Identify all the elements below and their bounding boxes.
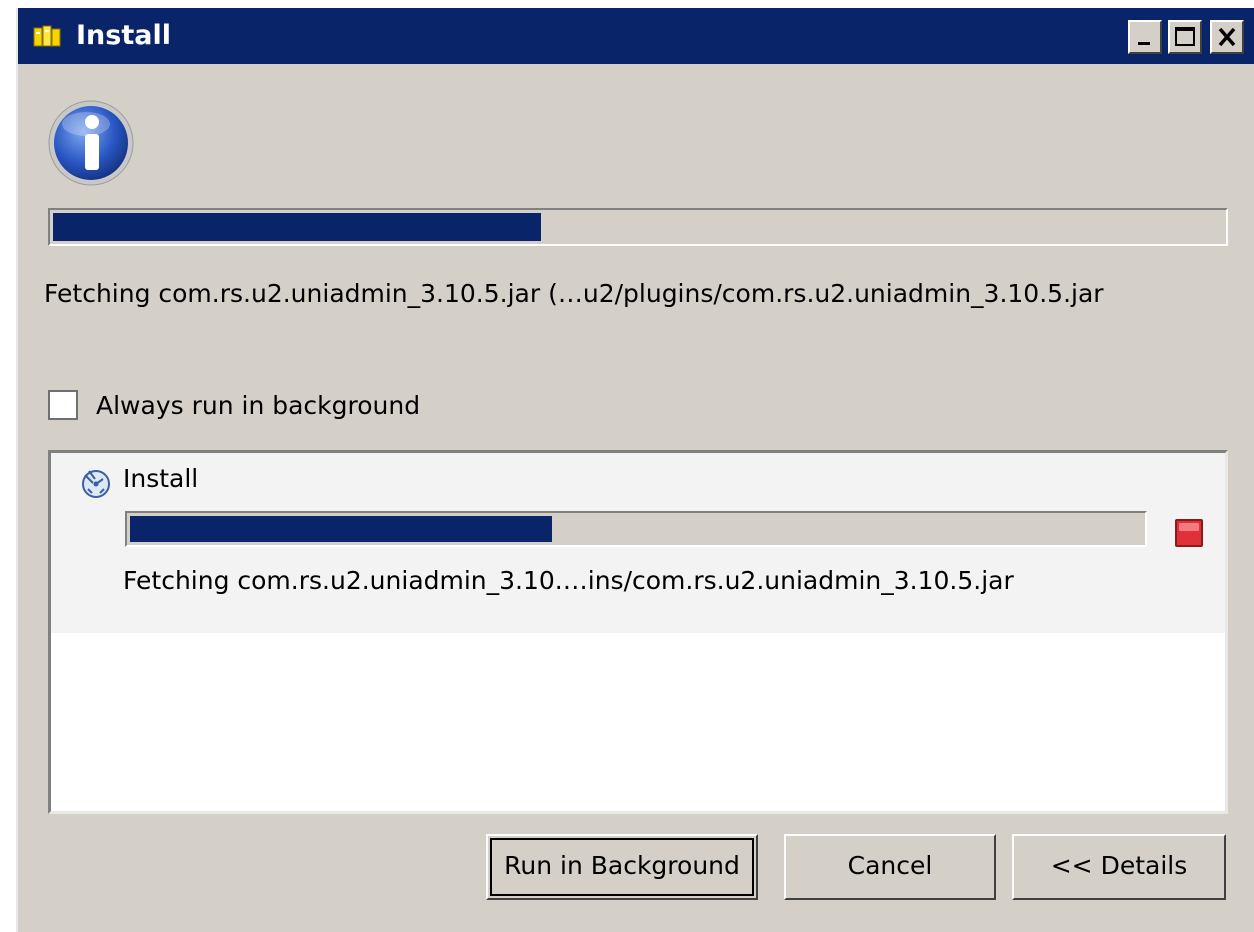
- maximize-icon: [1175, 27, 1195, 46]
- always-background-checkbox[interactable]: [48, 390, 78, 420]
- install-dialog: Install Fetching com.rs.u2.uniadmin_3.10…: [16, 8, 1254, 932]
- details-toggle-button[interactable]: << Details: [1012, 834, 1226, 900]
- cancel-button[interactable]: Cancel: [784, 834, 996, 900]
- minimize-button[interactable]: [1128, 20, 1162, 54]
- maximize-button[interactable]: [1168, 20, 1202, 54]
- run-in-background-button[interactable]: Run in Background: [486, 834, 758, 900]
- main-progress-bar: [48, 208, 1228, 246]
- title-bar[interactable]: Install: [18, 8, 1254, 64]
- close-button[interactable]: [1210, 20, 1244, 54]
- stop-icon[interactable]: [1175, 519, 1203, 547]
- minimize-icon: [1138, 42, 1150, 45]
- info-icon: [46, 98, 136, 188]
- job-progress-fill: [130, 516, 552, 542]
- job-install-icon: [79, 467, 113, 501]
- install-app-icon: [32, 24, 62, 50]
- job-item[interactable]: Install Fetching com.rs.u2.uniadmin_3.10…: [51, 453, 1225, 633]
- job-status-text: Fetching com.rs.u2.uniadmin_3.10.…ins/co…: [123, 566, 1014, 595]
- always-background-label[interactable]: Always run in background: [96, 390, 420, 422]
- details-panel: Install Fetching com.rs.u2.uniadmin_3.10…: [48, 450, 1228, 814]
- close-icon: [1218, 27, 1236, 47]
- main-progress-fill: [53, 213, 541, 241]
- main-status-text: Fetching com.rs.u2.uniadmin_3.10.5.jar (…: [44, 279, 1104, 308]
- job-title: Install: [123, 464, 199, 493]
- window-title: Install: [76, 20, 171, 51]
- job-progress-bar: [125, 511, 1147, 547]
